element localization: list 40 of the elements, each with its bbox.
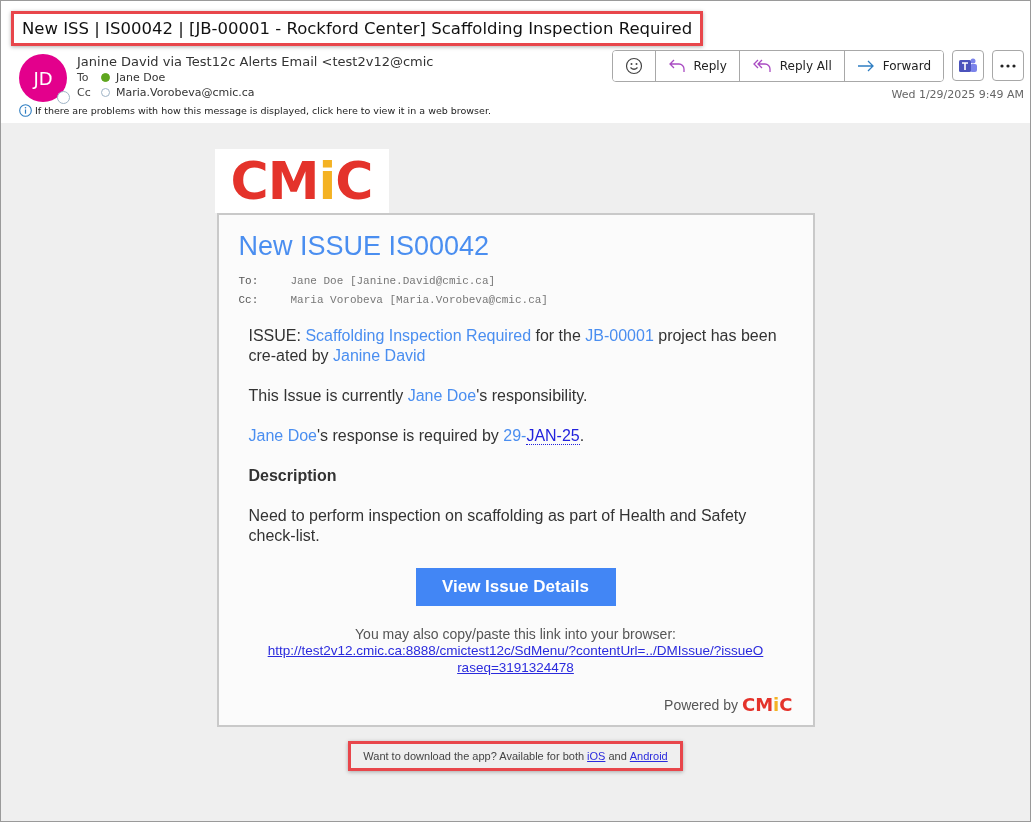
copy-hint: You may also copy/paste this link into your browser: bbox=[354, 626, 677, 642]
download-text: Want to download the app? Available for both bbox=[363, 750, 585, 762]
forward-arrow-icon bbox=[856, 59, 875, 73]
recipient-label: Cc bbox=[77, 86, 92, 99]
android-link[interactable]: Android bbox=[629, 750, 668, 762]
more-icon bbox=[1000, 63, 1016, 68]
paragraph: This Issue is currently Jane Doe's responsibility. bbox=[247, 386, 589, 406]
recipient-name[interactable]: Jane Doe bbox=[116, 71, 166, 84]
joiner-text: and bbox=[608, 750, 627, 762]
section-heading: Description bbox=[247, 466, 338, 486]
sender-name: Janine David via Test12c Alerts Email <test2v12@cmic bbox=[77, 54, 434, 69]
header-value: Maria Vorobeva [Maria.Vorobeva@cmic.ca] bbox=[290, 293, 548, 308]
recipient-name[interactable]: Maria.Vorobeva@cmic.ca bbox=[116, 86, 255, 99]
sent-date: Wed 1/29/2025 9:49 AM bbox=[891, 88, 1024, 101]
logo: CMiC bbox=[214, 149, 389, 213]
date-link[interactable]: JAN-25 bbox=[526, 427, 580, 445]
issue-title: New ISSUE IS00042 bbox=[238, 231, 491, 262]
teams-icon bbox=[958, 56, 978, 75]
action-button[interactable]: Forward bbox=[843, 51, 943, 81]
header-label: Cc: bbox=[238, 293, 260, 308]
recipient-label: To bbox=[77, 71, 90, 84]
powered-by-text: Powered by bbox=[664, 696, 738, 713]
reply-all-icon bbox=[751, 58, 772, 74]
info-icon bbox=[19, 104, 32, 117]
paragraph: ISSUE: Scaffolding Inspection Required for the JB-00001 project has been cre-ated by Janine David bbox=[247, 326, 778, 366]
reply-icon bbox=[667, 58, 686, 74]
paragraph: Need to perform inspection on scaffolding as part of Health and Safety check-list. bbox=[247, 506, 748, 546]
avatar-initials: JD bbox=[33, 67, 53, 89]
view-details-button[interactable]: View Issue Details bbox=[415, 568, 616, 606]
presence-icon bbox=[57, 91, 70, 104]
ios-link[interactable]: iOS bbox=[587, 750, 606, 762]
header-value: Jane Doe [Janine.David@cmic.ca] bbox=[290, 274, 496, 289]
teams-button[interactable] bbox=[952, 50, 984, 81]
issue-link[interactable]: http://test2v12.cmic.ca:8888/cmictest12c/SdMenu/?contentUrl=../DMIssue/?issueOraseq=3191324478 bbox=[265, 642, 766, 676]
smiley-icon bbox=[624, 57, 643, 75]
info-message[interactable]: If there are problems with how this message is displayed, click here to view it in a web browser. bbox=[35, 105, 491, 116]
powered-by-logo: CMiC bbox=[742, 694, 793, 715]
paragraph: Jane Doe's response is required by 29-JAN-25. bbox=[247, 426, 586, 446]
email-subject: New ISS | IS00042 | [JB-00001 - Rockford Center] Scaffolding Inspection Required bbox=[11, 11, 704, 46]
header-label: To: bbox=[238, 274, 260, 289]
